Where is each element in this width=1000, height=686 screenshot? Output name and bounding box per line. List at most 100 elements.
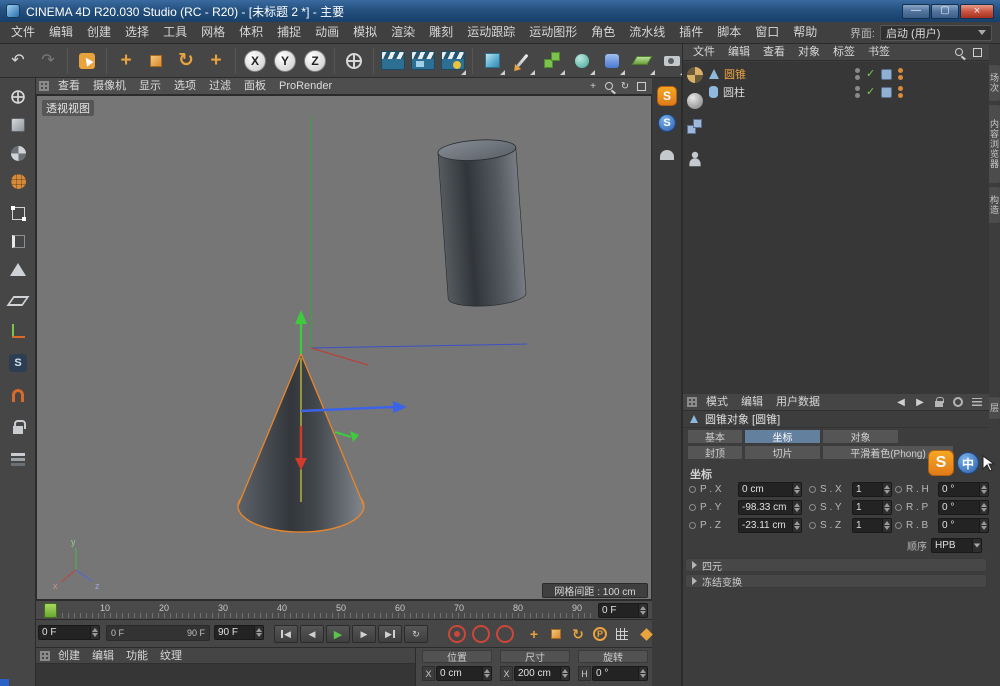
- sy-input[interactable]: 1: [852, 500, 892, 515]
- texture-mode-button[interactable]: [4, 140, 32, 166]
- playhead[interactable]: [44, 603, 57, 618]
- last-tool-button[interactable]: +: [202, 46, 230, 76]
- points-mode-button[interactable]: [4, 200, 32, 226]
- model-mode-button[interactable]: [4, 112, 32, 138]
- view-label[interactable]: 透视视图: [42, 100, 94, 116]
- rot-h-input[interactable]: 0 °: [592, 666, 648, 681]
- tab-content-browser[interactable]: 内容浏览器: [989, 104, 1000, 184]
- mat-menu-texture[interactable]: 纹理: [154, 648, 188, 664]
- keyframe-dot-icon[interactable]: [689, 522, 696, 529]
- om-menu-objects[interactable]: 对象: [792, 44, 826, 60]
- next-frame-button[interactable]: ▶: [352, 625, 376, 643]
- material-list-empty[interactable]: [36, 664, 415, 686]
- sphere-icon-2[interactable]: [686, 92, 704, 110]
- enable-check-icon[interactable]: ✓: [866, 69, 875, 80]
- viewport-menu-options[interactable]: 选项: [168, 78, 202, 94]
- viewport-menu-view[interactable]: 查看: [52, 78, 86, 94]
- gear-icon[interactable]: [952, 396, 964, 408]
- make-editable-button[interactable]: [4, 84, 32, 110]
- visibility-dots[interactable]: [855, 86, 860, 98]
- lock-icon[interactable]: [933, 396, 945, 408]
- redo-button[interactable]: ↷: [34, 46, 62, 76]
- search-icon[interactable]: [953, 46, 965, 58]
- keyframe-dot-icon[interactable]: [895, 486, 902, 493]
- record-position-toggle[interactable]: +: [524, 625, 544, 643]
- menu-select[interactable]: 选择: [118, 22, 156, 43]
- menu-render[interactable]: 渲染: [384, 22, 422, 43]
- autokey-button[interactable]: [472, 625, 490, 643]
- live-selection-button[interactable]: [73, 46, 101, 76]
- panel-grip-icon[interactable]: [687, 397, 697, 407]
- lock-workplane-button[interactable]: [4, 414, 32, 440]
- visibility-dots[interactable]: [898, 68, 903, 80]
- simulate-button[interactable]: [598, 46, 626, 76]
- keyframe-dot-icon[interactable]: [809, 486, 816, 493]
- frame-range-slider[interactable]: 0 F 90 F: [106, 625, 210, 641]
- go-to-start-button[interactable]: ◀: [274, 625, 298, 643]
- phong-tag-icon[interactable]: [881, 87, 892, 98]
- tab-caps[interactable]: 封顶: [687, 445, 743, 460]
- close-button[interactable]: ×: [960, 4, 994, 19]
- tab-structure[interactable]: 构造: [989, 186, 1000, 224]
- mat-menu-create[interactable]: 创建: [52, 648, 86, 664]
- record-rotation-toggle[interactable]: ↻: [568, 625, 588, 643]
- viewport-menu-filter[interactable]: 过滤: [203, 78, 237, 94]
- current-frame-field[interactable]: 0 F: [598, 603, 648, 618]
- loop-button[interactable]: ↻: [404, 625, 428, 643]
- history-back-icon[interactable]: ◀: [895, 396, 907, 408]
- keyframe-dot-icon[interactable]: [809, 522, 816, 529]
- play-button[interactable]: ▶: [326, 625, 350, 643]
- menu-help[interactable]: 帮助: [786, 22, 824, 43]
- sx-input[interactable]: 1: [852, 482, 892, 497]
- polygons-mode-button[interactable]: [4, 256, 32, 282]
- menu-pipeline[interactable]: 流水线: [622, 22, 672, 43]
- quantize-button[interactable]: [4, 446, 32, 472]
- workplane-mode-button[interactable]: [4, 168, 32, 194]
- mannequin-icon-2[interactable]: [686, 146, 704, 164]
- cube-stack-icon[interactable]: [686, 118, 704, 136]
- sz-input[interactable]: 1: [852, 518, 892, 533]
- tweak-mode-button[interactable]: [4, 288, 32, 314]
- floor-button[interactable]: [628, 46, 656, 76]
- axis-mode-button[interactable]: [4, 318, 32, 344]
- menu-simulate[interactable]: 模拟: [346, 22, 384, 43]
- move-tool-button[interactable]: +: [112, 46, 140, 76]
- group-quaternion[interactable]: 四元: [685, 558, 987, 572]
- keyframe-dot-icon[interactable]: [689, 504, 696, 511]
- viewport-menu-prorender[interactable]: ProRender: [273, 78, 338, 94]
- scale-tool-button[interactable]: [142, 46, 170, 76]
- rotate-tool-button[interactable]: ↻: [172, 46, 200, 76]
- om-menu-bookmarks[interactable]: 书签: [862, 44, 896, 60]
- list-icon[interactable]: [971, 396, 983, 408]
- coordinate-system-button[interactable]: [340, 46, 368, 76]
- rh-input[interactable]: 0 °: [938, 482, 989, 497]
- s-badge-icon[interactable]: S: [657, 86, 677, 106]
- filter-icon[interactable]: [971, 46, 983, 58]
- pz-input[interactable]: -23.11 cm: [738, 518, 802, 533]
- menu-volume[interactable]: 体积: [232, 22, 270, 43]
- group-freeze-transform[interactable]: 冻结变换: [685, 574, 987, 588]
- viewport-menu-cameras[interactable]: 摄像机: [87, 78, 132, 94]
- enable-check-icon[interactable]: ✓: [866, 87, 875, 98]
- order-dropdown[interactable]: HPB: [931, 538, 982, 553]
- om-menu-view[interactable]: 查看: [757, 44, 791, 60]
- viewport-menu-panel[interactable]: 面板: [238, 78, 272, 94]
- end-frame-dropdown[interactable]: 90 F: [214, 625, 264, 640]
- am-menu-mode[interactable]: 模式: [700, 394, 734, 410]
- px-input[interactable]: 0 cm: [738, 482, 802, 497]
- keyframe-selection-button[interactable]: [496, 625, 514, 643]
- menu-motion-tracker[interactable]: 运动跟踪: [460, 22, 522, 43]
- tab-takes[interactable]: 场次: [989, 64, 1000, 102]
- menu-file[interactable]: 文件: [4, 22, 42, 43]
- om-menu-tags[interactable]: 标签: [827, 44, 861, 60]
- pen-tool-button[interactable]: [508, 46, 536, 76]
- py-input[interactable]: -98.33 cm: [738, 500, 802, 515]
- maximize-button[interactable]: ▢: [931, 4, 959, 19]
- go-to-end-button[interactable]: ▶: [378, 625, 402, 643]
- cylinder-object[interactable]: [437, 137, 526, 308]
- minimize-button[interactable]: —: [902, 4, 930, 19]
- magnet-snap-button[interactable]: [4, 382, 32, 408]
- keyframe-dot-icon[interactable]: [809, 504, 816, 511]
- record-scale-toggle[interactable]: [546, 625, 566, 643]
- object-row-cylinder[interactable]: 圆柱 ✓: [709, 84, 987, 100]
